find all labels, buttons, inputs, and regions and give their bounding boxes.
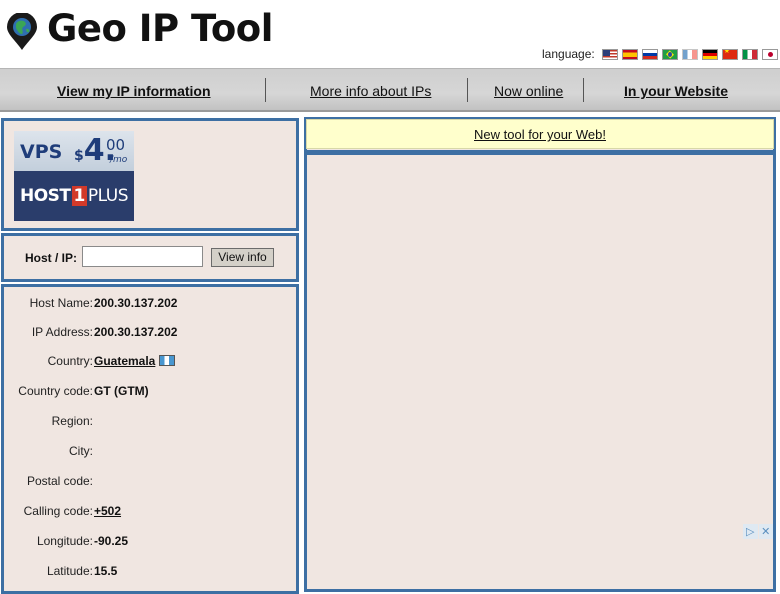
country-link[interactable]: Guatemala — [94, 354, 155, 368]
longitude-value: -90.25 — [94, 534, 129, 548]
nav-divider — [467, 78, 468, 102]
host-name-value: 200.30.137.202 — [94, 296, 178, 310]
info-row-longitude: Longitude: -90.25 — [4, 534, 299, 554]
ip-address-label: IP Address: — [31, 325, 93, 339]
ad-panel: VPS $4. 00 /mo HOST 1 PLUS — [1, 118, 299, 231]
longitude-label: Longitude: — [36, 534, 93, 548]
host-name-label: Host Name: — [29, 296, 93, 310]
country-label: Country: — [47, 354, 93, 368]
info-row-region: Region: — [4, 414, 299, 434]
host1plus-ad-banner[interactable]: VPS $4. 00 /mo HOST 1 PLUS — [14, 131, 134, 221]
cn-flag-icon[interactable] — [721, 48, 738, 60]
new-tool-link[interactable]: New tool for your Web! — [474, 127, 606, 142]
ip-address-value: 200.30.137.202 — [94, 325, 178, 339]
ad-price-period: /mo — [110, 155, 128, 165]
ip-info-panel: Host Name: 200.30.137.202 IP Address: 20… — [1, 284, 299, 594]
language-selector: language: — [542, 47, 778, 61]
info-row-country-code: Country code: GT (GTM) — [4, 384, 299, 404]
ru-flag-icon[interactable] — [641, 48, 658, 60]
country-code-value: GT (GTM) — [94, 384, 149, 398]
nav-divider — [265, 78, 266, 102]
de-flag-icon[interactable] — [701, 48, 718, 60]
us-flag-icon[interactable] — [601, 48, 618, 60]
host-ip-input[interactable] — [82, 246, 203, 267]
nav-divider — [583, 78, 584, 102]
adchoices: ▷ ✕ — [743, 524, 774, 539]
ad-top: VPS $4. 00 /mo — [14, 131, 134, 171]
ad-vps-label: VPS — [20, 141, 63, 163]
map-pin-logo-icon — [7, 13, 37, 50]
ad-price-cents: 00 — [106, 136, 126, 154]
ad-brand-plus: PLUS — [87, 186, 129, 206]
info-row-postal-code: Postal code: — [4, 474, 299, 494]
jp-flag-icon[interactable] — [761, 48, 778, 60]
ad-bottom: HOST 1 PLUS — [14, 171, 134, 221]
ad-brand-host: HOST — [20, 186, 71, 206]
adchoices-play-icon[interactable]: ▷ — [743, 524, 758, 539]
info-row-host-name: Host Name: 200.30.137.202 — [4, 296, 299, 316]
view-info-button[interactable]: View info — [211, 248, 274, 267]
info-row-city: City: — [4, 444, 299, 464]
latitude-label: Latitude: — [46, 564, 93, 578]
country-code-label: Country code: — [18, 384, 93, 398]
city-label: City: — [69, 444, 93, 458]
calling-code-label: Calling code: — [23, 504, 93, 518]
map-panel — [304, 152, 776, 592]
es-flag-icon[interactable] — [621, 48, 638, 60]
language-label: language: — [542, 47, 595, 61]
info-row-latitude: Latitude: 15.5 — [4, 564, 299, 584]
header: Geo IP Tool language: — [0, 0, 780, 68]
main-nav: View my IP information More info about I… — [0, 68, 780, 112]
country-value: Guatemala — [94, 354, 176, 368]
ad-brand-one: 1 — [71, 186, 87, 206]
br-flag-icon[interactable] — [661, 48, 678, 60]
info-row-country: Country: Guatemala — [4, 354, 299, 374]
nav-more-info[interactable]: More info about IPs — [310, 83, 431, 99]
promo-banner: New tool for your Web! — [306, 119, 774, 149]
ad-currency: $ — [74, 148, 84, 164]
site-title[interactable]: Geo IP Tool — [47, 7, 273, 50]
postal-code-label: Postal code: — [26, 474, 93, 488]
it-flag-icon[interactable] — [741, 48, 758, 60]
calling-code-value: +502 — [94, 504, 121, 518]
info-row-ip-address: IP Address: 200.30.137.202 — [4, 325, 299, 345]
guatemala-flag-icon — [159, 355, 176, 366]
ad-brand: HOST 1 PLUS — [20, 186, 129, 206]
lookup-panel: Host / IP: View info — [1, 233, 299, 282]
fr-flag-icon[interactable] — [681, 48, 698, 60]
adchoices-close-icon[interactable]: ✕ — [758, 524, 773, 539]
region-label: Region: — [51, 414, 93, 428]
host-ip-label: Host / IP: — [25, 251, 78, 265]
calling-code-link[interactable]: +502 — [94, 504, 121, 518]
latitude-value: 15.5 — [94, 564, 118, 578]
nav-now-online[interactable]: Now online — [494, 83, 563, 99]
info-row-calling-code: Calling code: +502 — [4, 504, 299, 524]
nav-in-your-website[interactable]: In your Website — [624, 83, 728, 99]
ad-price: $4. 00 /mo — [74, 133, 127, 168]
nav-view-my-ip[interactable]: View my IP information — [57, 83, 211, 99]
